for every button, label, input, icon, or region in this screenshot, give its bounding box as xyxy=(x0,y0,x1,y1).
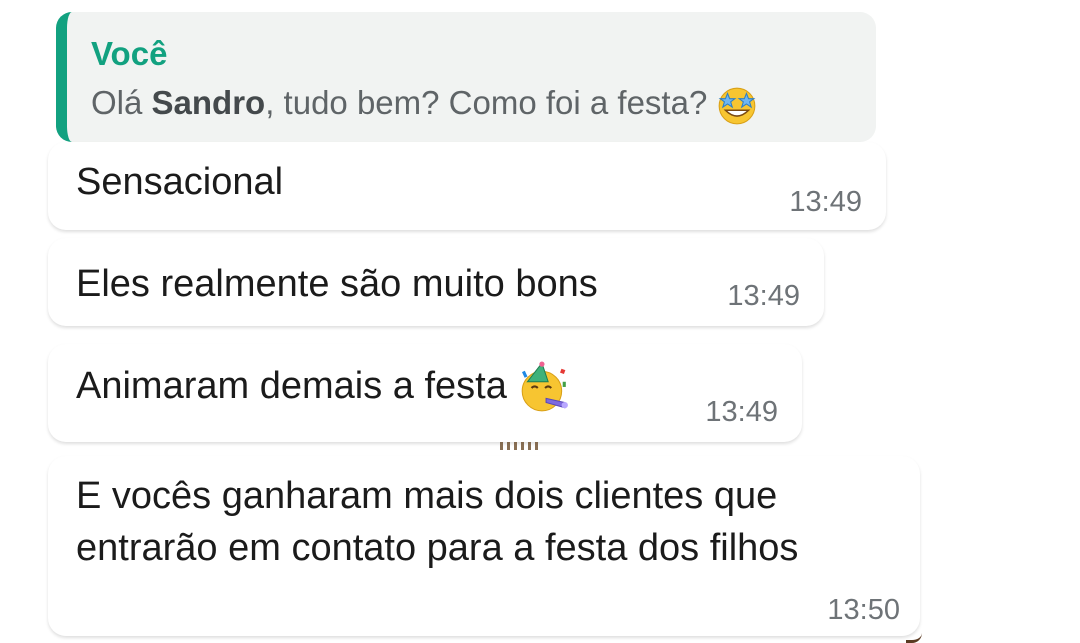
message-text: E vocês ganharam mais dois clientes que … xyxy=(76,475,799,569)
star-struck-emoji-icon xyxy=(716,84,758,126)
message-text: Sensacional xyxy=(76,161,284,203)
background-decoration xyxy=(500,442,542,450)
message-bubble[interactable]: Animaram demais a festa 13:49 xyxy=(48,344,802,442)
message-time: 13:50 xyxy=(827,594,900,626)
quoted-author: Você xyxy=(91,35,168,72)
message-text-with-emoji: Animaram demais a festa xyxy=(76,360,571,415)
message-bubble[interactable]: Eles realmente são muito bons 13:49 xyxy=(48,238,824,326)
quoted-reply[interactable]: Você Olá Sandro, tudo bem? Como foi a fe… xyxy=(56,12,876,142)
message-bubble[interactable]: Sensacional 13:49 xyxy=(48,142,886,230)
quoted-mention: Sandro xyxy=(151,84,266,121)
quoted-message: Olá Sandro, tudo bem? Como foi a festa? xyxy=(91,82,876,126)
message-bubble[interactable]: E vocês ganharam mais dois clientes que … xyxy=(48,456,920,636)
partying-face-emoji-icon xyxy=(517,361,571,415)
quoted-text-before: Olá xyxy=(91,84,152,121)
message-time: 13:49 xyxy=(727,280,800,312)
chat-thread: Você Olá Sandro, tudo bem? Como foi a fe… xyxy=(0,0,1080,643)
message-text: Eles realmente são muito bons xyxy=(76,263,598,305)
message-time: 13:49 xyxy=(705,396,778,428)
message-time: 13:49 xyxy=(789,186,862,218)
quoted-text-after: , tudo bem? Como foi a festa? xyxy=(265,84,708,121)
background-decoration xyxy=(906,630,922,643)
message-text: Animaram demais a festa xyxy=(76,365,507,407)
